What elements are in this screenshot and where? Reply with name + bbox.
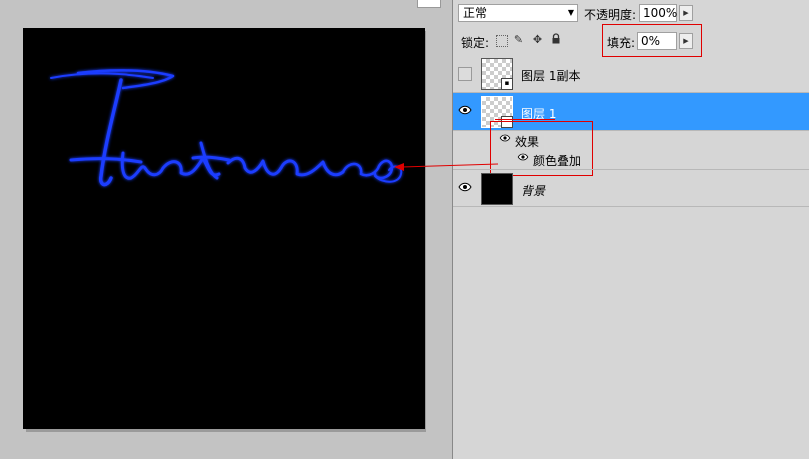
opacity-input[interactable]: 100% bbox=[639, 4, 677, 22]
signature-strokes bbox=[50, 69, 403, 187]
fill-annotation-box bbox=[602, 24, 702, 57]
lock-all-icon[interactable] bbox=[549, 33, 562, 46]
layer-row-copy[interactable]: ▪ 图层 1副本 bbox=[453, 55, 809, 93]
layer-name: 图层 1副本 bbox=[521, 69, 581, 83]
smart-object-icon: ▪ bbox=[501, 78, 513, 90]
lock-label: 锁定: bbox=[461, 36, 490, 50]
opacity-slider-button[interactable]: ▶ bbox=[679, 5, 693, 21]
annotation-line bbox=[495, 119, 555, 120]
canvas-workspace bbox=[0, 0, 452, 459]
signature-artwork bbox=[50, 69, 403, 187]
lock-position-icon[interactable]: ✥ bbox=[531, 33, 544, 46]
eye-icon[interactable] bbox=[458, 182, 472, 196]
blend-mode-select[interactable]: 正常 ▼ bbox=[458, 4, 578, 22]
panel-tab-handle[interactable] bbox=[417, 0, 441, 8]
layers-panel: 正常 ▼ 不透明度: 100% ▶ 锁定: ✎ ✥ 填充: 0% ▶ ▪ 图层 … bbox=[452, 0, 809, 459]
lock-transparent-pixels-icon[interactable] bbox=[496, 35, 508, 47]
document-canvas[interactable] bbox=[23, 28, 425, 429]
chevron-down-icon: ▼ bbox=[567, 8, 574, 17]
eye-icon[interactable] bbox=[458, 105, 472, 119]
opacity-label: 不透明度: bbox=[584, 8, 637, 22]
layer-name: 背景 bbox=[521, 184, 546, 198]
lock-image-pixels-icon[interactable]: ✎ bbox=[512, 33, 525, 46]
layer-thumbnail: ▪ bbox=[481, 58, 513, 90]
visibility-toggle-off[interactable] bbox=[458, 67, 472, 81]
blend-mode-value: 正常 bbox=[463, 6, 488, 20]
layer-row-background[interactable]: 背景 bbox=[453, 169, 809, 207]
effects-annotation-box bbox=[490, 121, 593, 176]
layer-thumbnail bbox=[481, 173, 513, 205]
